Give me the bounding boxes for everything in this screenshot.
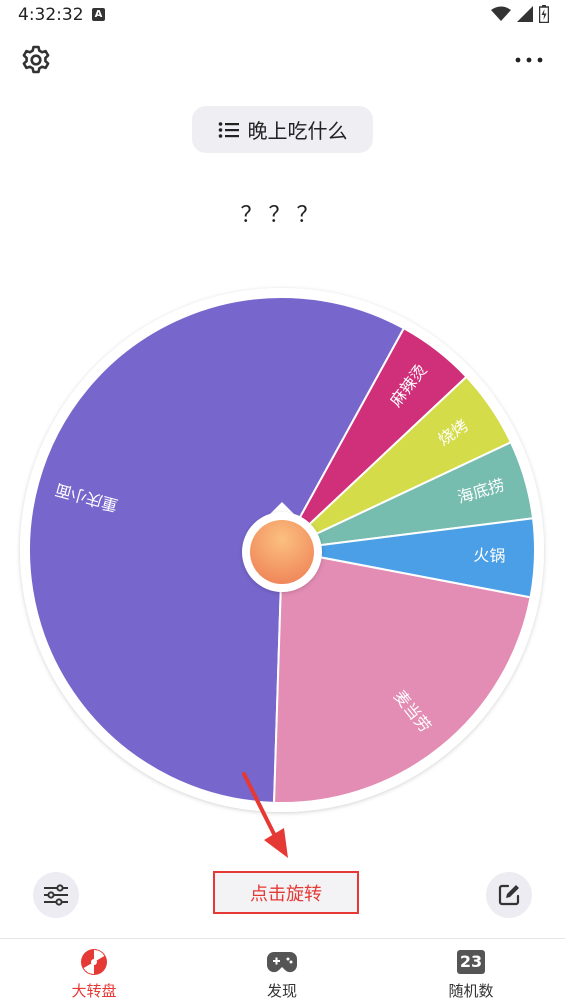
tab-wheel[interactable]: 大转盘 [34,939,154,1005]
spin-button[interactable]: 点击旋转 [213,871,359,914]
tab-random-number[interactable]: 23 随机数 [411,939,531,1005]
tab-bar: 大转盘 发现 23 随机数 [0,938,565,1005]
edit-icon [498,884,520,906]
edit-button[interactable] [486,872,532,918]
number-icon: 23 [457,950,485,974]
spin-hub[interactable] [250,520,314,584]
adjust-button[interactable] [33,872,79,918]
wheel-icon [81,949,107,975]
tab-label-discover: 发现 [266,982,297,1000]
gamepad-icon [267,952,297,973]
tab-discover[interactable]: 发现 [222,939,342,1005]
sliders-icon [44,884,68,906]
tab-label-random-number: 随机数 [448,982,494,1000]
wheel-segment-label: 火锅 [473,546,506,566]
tab-label-wheel: 大转盘 [71,982,117,1000]
annotation-arrow [242,772,288,858]
